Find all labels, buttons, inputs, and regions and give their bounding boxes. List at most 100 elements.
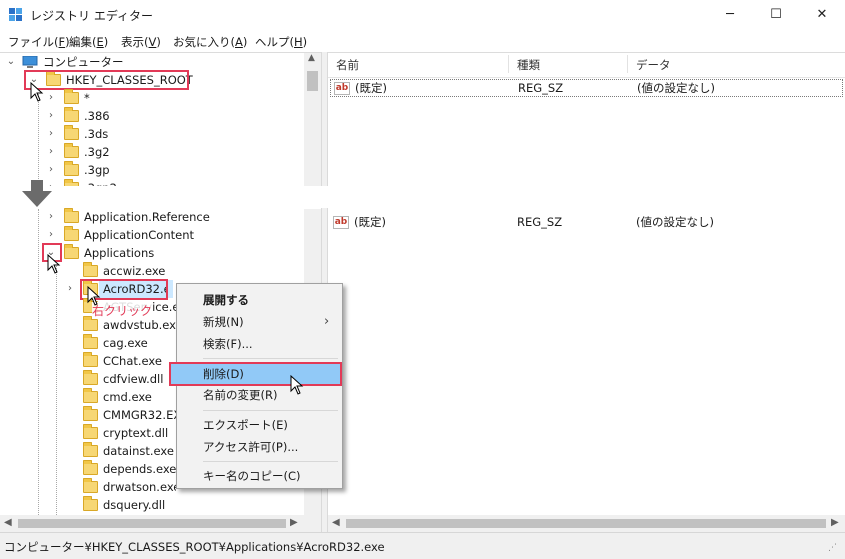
tree-item[interactable]: ApplicationContent — [84, 226, 194, 244]
tree-item[interactable]: .3gp — [84, 161, 110, 179]
scroll-up-icon[interactable]: ▲ — [308, 53, 315, 63]
value-name: (既定) — [354, 215, 386, 229]
menu-item-export[interactable]: エクスポート(E) — [203, 415, 288, 435]
tree-root-computer[interactable]: コンピューター — [43, 53, 124, 71]
tree-item[interactable]: .3g2 — [84, 143, 110, 161]
computer-icon — [22, 56, 38, 68]
menu-bar: ファイル(F) 編集(E) 表示(V) お気に入り(A) ヘルプ(H) — [0, 30, 845, 52]
arrow-down-icon — [22, 180, 52, 207]
tree-item[interactable]: .386 — [84, 107, 110, 125]
folder-icon — [64, 161, 79, 176]
menu-item-new[interactable]: 新規(N) — [203, 312, 244, 332]
status-bar: コンピューター¥HKEY_CLASSES_ROOT¥Applications¥A… — [0, 532, 845, 559]
scrollbar-thumb[interactable] — [346, 519, 826, 528]
submenu-arrow-icon: › — [324, 314, 330, 329]
tree-item[interactable]: cag.exe — [103, 334, 176, 352]
values-pane: 名前 種類 データ ab (既定) REG_SZ (値の設定なし) ab (既定… — [328, 52, 845, 532]
scroll-right-icon[interactable]: ▶ — [831, 517, 839, 528]
column-separator[interactable] — [508, 55, 509, 73]
menu-item-delete-highlight[interactable] — [169, 362, 342, 386]
folder-icon — [83, 262, 98, 277]
tree-item[interactable]: drwatson.exe — [103, 478, 176, 496]
folder-icon — [64, 143, 79, 158]
folder-icon — [83, 334, 98, 349]
scroll-left-icon[interactable]: ◀ — [332, 517, 340, 528]
tree-item[interactable]: * — [84, 89, 90, 107]
registry-editor-icon — [9, 8, 22, 21]
horizontal-scrollbar[interactable]: ◀ ▶ — [0, 515, 321, 532]
menu-item-rename[interactable]: 名前の変更(R) — [203, 385, 277, 405]
scrollbar-thumb[interactable] — [18, 519, 286, 528]
value-row[interactable]: ab (既定) REG_SZ (値の設定なし) — [330, 79, 843, 97]
column-header-name[interactable]: 名前 — [336, 57, 359, 73]
status-path: コンピューター¥HKEY_CLASSES_ROOT¥Applications¥A… — [4, 540, 385, 554]
scroll-left-icon[interactable]: ◀ — [4, 517, 12, 528]
menu-separator — [203, 461, 338, 462]
folder-icon — [83, 460, 98, 475]
folder-icon — [83, 352, 98, 367]
string-value-icon: ab — [334, 82, 350, 95]
menu-edit[interactable]: 編集(E) — [69, 34, 108, 50]
menu-file[interactable]: ファイル(F) — [8, 34, 70, 50]
scrollbar-thumb[interactable] — [307, 71, 318, 91]
chevron-right-icon[interactable]: › — [46, 107, 56, 125]
mouse-cursor-icon — [47, 254, 61, 274]
tree-item[interactable]: awdvstub.exe — [103, 316, 176, 334]
chevron-right-icon[interactable]: › — [65, 280, 75, 298]
tree-item[interactable]: depends.exe — [103, 460, 176, 478]
chevron-down-icon[interactable]: ⌄ — [6, 53, 16, 71]
menu-item-delete[interactable]: 削除(D) — [203, 364, 244, 384]
menu-item-expand[interactable]: 展開する — [203, 290, 249, 310]
column-separator[interactable] — [627, 55, 628, 73]
folder-icon — [83, 496, 98, 511]
chevron-right-icon[interactable]: › — [46, 208, 56, 226]
vertical-scrollbar[interactable]: ▲ — [304, 53, 321, 187]
value-row[interactable]: ab (既定) REG_SZ (値の設定なし) — [330, 214, 843, 232]
tree-item[interactable]: dsquery.dll — [103, 496, 165, 514]
menu-item-find[interactable]: 検索(F)... — [203, 334, 253, 354]
column-header-type[interactable]: 種類 — [517, 57, 540, 73]
chevron-right-icon[interactable]: › — [46, 143, 56, 161]
folder-icon — [64, 107, 79, 122]
menu-view[interactable]: 表示(V) — [121, 34, 161, 50]
folder-icon — [83, 442, 98, 457]
menu-help[interactable]: ヘルプ(H) — [255, 34, 307, 50]
mouse-cursor-icon — [30, 82, 44, 102]
maximize-button[interactable]: ☐ — [753, 0, 799, 30]
folder-icon — [83, 316, 98, 331]
tree-item[interactable]: CChat.exe — [103, 352, 176, 370]
mouse-cursor-icon — [290, 375, 304, 395]
tree-item-applications[interactable]: Applications — [84, 244, 154, 262]
menu-item-copy-key-name[interactable]: キー名のコピー(C) — [203, 466, 301, 486]
tree-item[interactable]: CMMGR32.EXE — [103, 406, 176, 424]
tree-item[interactable]: accwiz.exe — [103, 262, 165, 280]
chevron-right-icon[interactable]: › — [46, 161, 56, 179]
column-header-data[interactable]: データ — [636, 57, 671, 73]
window-title: レジストリ エディター — [30, 9, 153, 23]
folder-icon — [83, 424, 98, 439]
menu-favorites[interactable]: お気に入り(A) — [173, 34, 247, 50]
value-data: (値の設定なし) — [636, 215, 714, 229]
resize-grip-icon[interactable]: ⋰ — [828, 543, 837, 553]
chevron-right-icon[interactable]: › — [46, 226, 56, 244]
scroll-right-icon[interactable]: ▶ — [290, 517, 298, 528]
tree-item[interactable]: Application.Reference — [84, 208, 210, 226]
value-name: (既定) — [355, 81, 387, 95]
folder-icon — [83, 388, 98, 403]
folder-icon — [64, 244, 79, 259]
tree-item[interactable]: cdfview.dll — [103, 370, 176, 388]
chevron-right-icon[interactable]: › — [46, 89, 56, 107]
tree-item[interactable]: datainst.exe — [103, 442, 176, 460]
folder-icon — [83, 370, 98, 385]
tree-guide-line — [56, 263, 57, 519]
chevron-right-icon[interactable]: › — [46, 125, 56, 143]
close-button[interactable]: ✕ — [799, 0, 845, 30]
tree-item[interactable]: cryptext.dll — [103, 424, 176, 442]
tree-item[interactable]: cmd.exe — [103, 388, 176, 406]
tree-item[interactable]: .3ds — [84, 125, 108, 143]
tree-guide-line — [38, 209, 39, 519]
mouse-cursor-icon — [87, 286, 101, 306]
minimize-button[interactable]: ─ — [707, 0, 753, 30]
menu-item-permissions[interactable]: アクセス許可(P)... — [203, 437, 298, 457]
horizontal-scrollbar[interactable]: ◀ ▶ — [328, 515, 845, 532]
